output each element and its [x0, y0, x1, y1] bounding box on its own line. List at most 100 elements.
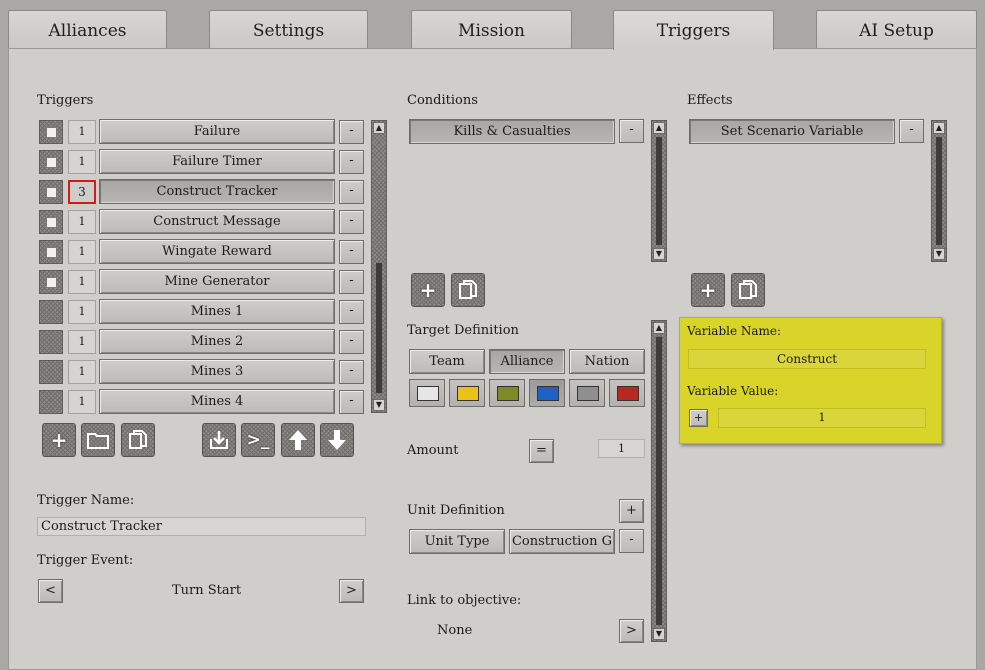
effects-scrollbar[interactable]: ▲ ▼ [931, 120, 947, 262]
trigger-count[interactable]: 1 [68, 330, 96, 354]
tab-triggers[interactable]: Triggers [613, 10, 774, 50]
scroll-down-icon[interactable]: ▼ [653, 248, 665, 260]
variable-value-input[interactable]: 1 [718, 408, 926, 428]
copy-trigger-button[interactable] [121, 423, 155, 457]
triggers-scrollbar[interactable]: ▲ ▼ [371, 120, 387, 413]
trigger-remove-button[interactable]: - [339, 180, 364, 204]
variable-op-button[interactable]: + [689, 409, 708, 427]
trigger-count[interactable]: 3 [68, 180, 96, 204]
trigger-remove-button[interactable]: - [339, 210, 364, 234]
scroll-thumb[interactable] [936, 137, 942, 245]
folder-button[interactable] [81, 423, 115, 457]
trigger-item[interactable]: Wingate Reward [99, 239, 335, 264]
trigger-count[interactable]: 1 [68, 240, 96, 264]
trigger-item[interactable]: Construct Message [99, 209, 335, 234]
trigger-remove-button[interactable]: - [339, 240, 364, 264]
amount-input[interactable]: 1 [598, 439, 645, 458]
event-prev-button[interactable]: < [38, 579, 63, 603]
trigger-checkbox[interactable] [39, 210, 63, 234]
trigger-checkbox[interactable] [39, 150, 63, 174]
scroll-up-icon[interactable]: ▲ [373, 122, 385, 134]
trigger-count[interactable]: 1 [68, 360, 96, 384]
trigger-checkbox[interactable] [39, 240, 63, 264]
add-effect-button[interactable]: + [691, 273, 725, 307]
effect-item[interactable]: Set Scenario Variable [689, 119, 895, 144]
trigger-item[interactable]: Mines 3 [99, 359, 335, 384]
trigger-name-input[interactable]: Construct Tracker [37, 517, 366, 536]
trigger-remove-button[interactable]: - [339, 270, 364, 294]
unit-type-value[interactable]: Construction G [509, 529, 615, 554]
tab-mission[interactable]: Mission [411, 10, 572, 48]
scroll-down-icon[interactable]: ▼ [933, 248, 945, 260]
trigger-checkbox[interactable] [39, 330, 63, 354]
trigger-checkbox[interactable] [39, 300, 63, 324]
import-button[interactable] [202, 423, 236, 457]
color-swatch-button[interactable] [609, 379, 645, 407]
target-tab-alliance[interactable]: Alliance [489, 349, 565, 374]
trigger-remove-button[interactable]: - [339, 330, 364, 354]
target-scrollbar[interactable]: ▲ ▼ [651, 320, 667, 642]
copy-effect-button[interactable] [731, 273, 765, 307]
event-next-button[interactable]: > [339, 579, 364, 603]
add-condition-button[interactable]: + [411, 273, 445, 307]
target-tab-nation[interactable]: Nation [569, 349, 645, 374]
trigger-event-label: Trigger Event: [37, 553, 134, 568]
target-tab-team[interactable]: Team [409, 349, 485, 374]
unit-add-button[interactable]: + [619, 499, 644, 523]
unit-remove-button[interactable]: - [619, 529, 644, 553]
conditions-scrollbar[interactable]: ▲ ▼ [651, 120, 667, 262]
color-swatch-button[interactable] [449, 379, 485, 407]
trigger-count[interactable]: 1 [68, 210, 96, 234]
scroll-thumb[interactable] [376, 263, 382, 393]
trigger-item[interactable]: Mines 1 [99, 299, 335, 324]
trigger-count[interactable]: 1 [68, 150, 96, 174]
move-up-button[interactable] [281, 423, 315, 457]
color-swatch-button[interactable] [529, 379, 565, 407]
trigger-item[interactable]: Mines 2 [99, 329, 335, 354]
trigger-checkbox[interactable] [39, 270, 63, 294]
scroll-up-icon[interactable]: ▲ [933, 122, 945, 134]
color-swatch-button[interactable] [569, 379, 605, 407]
condition-remove-button[interactable]: - [619, 119, 644, 143]
link-next-button[interactable]: > [619, 619, 644, 643]
scroll-up-icon[interactable]: ▲ [653, 122, 665, 134]
variable-name-input[interactable]: Construct [688, 349, 926, 369]
unit-type-button[interactable]: Unit Type [409, 529, 505, 554]
trigger-count[interactable]: 1 [68, 120, 96, 144]
scroll-down-icon[interactable]: ▼ [373, 399, 385, 411]
checkbox-box [46, 247, 57, 258]
trigger-checkbox[interactable] [39, 120, 63, 144]
condition-item[interactable]: Kills & Casualties [409, 119, 615, 144]
trigger-item[interactable]: Mine Generator [99, 269, 335, 294]
tab-settings[interactable]: Settings [209, 10, 368, 48]
trigger-checkbox[interactable] [39, 360, 63, 384]
trigger-remove-button[interactable]: - [339, 150, 364, 174]
copy-condition-button[interactable] [451, 273, 485, 307]
color-swatch-button[interactable] [489, 379, 525, 407]
scroll-down-icon[interactable]: ▼ [653, 628, 665, 640]
amount-operator-button[interactable]: = [529, 439, 554, 463]
trigger-item[interactable]: Failure [99, 119, 335, 144]
color-swatch-button[interactable] [409, 379, 445, 407]
move-down-button[interactable] [320, 423, 354, 457]
trigger-count[interactable]: 1 [68, 300, 96, 324]
trigger-checkbox[interactable] [39, 180, 63, 204]
trigger-count[interactable]: 1 [68, 390, 96, 414]
console-button[interactable]: >_ [241, 423, 275, 457]
trigger-remove-button[interactable]: - [339, 120, 364, 144]
add-trigger-button[interactable]: + [42, 423, 76, 457]
scroll-thumb[interactable] [656, 337, 662, 625]
trigger-remove-button[interactable]: - [339, 300, 364, 324]
trigger-count[interactable]: 1 [68, 270, 96, 294]
trigger-checkbox[interactable] [39, 390, 63, 414]
tab-alliances[interactable]: Alliances [8, 10, 167, 48]
scroll-up-icon[interactable]: ▲ [653, 322, 665, 334]
trigger-item[interactable]: Failure Timer [99, 149, 335, 174]
trigger-item[interactable]: Construct Tracker [99, 179, 335, 204]
tab-ai-setup[interactable]: AI Setup [816, 10, 977, 48]
scroll-thumb[interactable] [656, 137, 662, 245]
trigger-remove-button[interactable]: - [339, 360, 364, 384]
effect-remove-button[interactable]: - [899, 119, 924, 143]
trigger-remove-button[interactable]: - [339, 390, 364, 414]
trigger-item[interactable]: Mines 4 [99, 389, 335, 414]
